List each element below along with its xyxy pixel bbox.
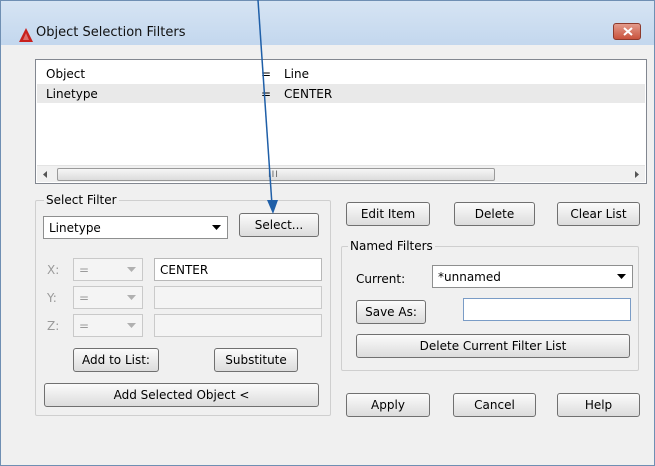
y-value-field[interactable] (154, 286, 322, 309)
add-selected-object-button[interactable]: Add Selected Object < (44, 383, 319, 407)
x-operator-dropdown[interactable]: = (73, 258, 143, 281)
filter-value: Line (284, 67, 310, 81)
x-value: CENTER (160, 263, 209, 277)
filter-operator: = (261, 67, 272, 81)
object-selection-filters-dialog: Object Selection Filters Object = Line L… (0, 0, 655, 466)
y-operator-dropdown[interactable]: = (73, 286, 143, 309)
chevron-down-icon (127, 295, 136, 300)
z-label: Z: (47, 319, 60, 333)
filter-value: CENTER (284, 87, 333, 101)
title-bar: Object Selection Filters (1, 1, 654, 45)
close-icon (623, 27, 633, 36)
y-label: Y: (47, 291, 57, 305)
filter-list[interactable]: Object = Line Linetype = CENTER III (35, 59, 647, 184)
apply-button[interactable]: Apply (346, 393, 430, 417)
horizontal-scrollbar[interactable]: III (37, 165, 645, 182)
clear-list-button[interactable]: Clear List (557, 202, 640, 226)
cancel-button[interactable]: Cancel (453, 393, 536, 417)
save-as-button[interactable]: Save As: (356, 300, 426, 324)
select-filter-label: Select Filter (44, 193, 119, 207)
chevron-down-icon (127, 267, 136, 272)
x-operator-value: = (79, 263, 90, 277)
edit-item-button[interactable]: Edit Item (346, 202, 430, 226)
scrollbar-thumb[interactable]: III (57, 168, 495, 181)
filter-type-dropdown[interactable]: Linetype (43, 216, 228, 239)
dialog-title: Object Selection Filters (36, 25, 186, 40)
x-value-field[interactable]: CENTER (154, 258, 322, 281)
current-filter-value: *unnamed (438, 270, 501, 284)
y-operator-value: = (79, 291, 90, 305)
substitute-button[interactable]: Substitute (214, 348, 298, 372)
x-label: X: (47, 263, 60, 277)
scroll-right-arrow-icon[interactable] (628, 166, 645, 183)
current-label: Current: (356, 272, 406, 286)
filter-list-row[interactable]: Object = Line (37, 64, 645, 83)
filter-attribute: Object (46, 67, 86, 81)
chevron-down-icon (127, 323, 136, 328)
current-filter-dropdown[interactable]: *unnamed (432, 265, 633, 288)
z-value-field[interactable] (154, 314, 322, 337)
filter-operator: = (261, 87, 272, 101)
close-button[interactable] (613, 23, 641, 40)
chevron-down-icon (212, 225, 221, 230)
filter-type-value: Linetype (49, 221, 101, 235)
select-button[interactable]: Select... (239, 213, 319, 237)
named-filters-label: Named Filters (348, 239, 435, 253)
add-to-list-button[interactable]: Add to List: (73, 348, 159, 372)
save-as-name-field[interactable] (463, 298, 631, 321)
scroll-left-arrow-icon[interactable] (37, 166, 54, 183)
z-operator-dropdown[interactable]: = (73, 314, 143, 337)
filter-attribute: Linetype (46, 87, 98, 101)
delete-button[interactable]: Delete (454, 202, 535, 226)
help-button[interactable]: Help (557, 393, 640, 417)
scrollbar-grip: III (268, 170, 279, 180)
z-operator-value: = (79, 319, 90, 333)
chevron-down-icon (617, 274, 626, 279)
delete-current-filter-list-button[interactable]: Delete Current Filter List (356, 334, 630, 358)
filter-list-row[interactable]: Linetype = CENTER (37, 84, 645, 103)
autocad-logo-icon (19, 28, 33, 42)
